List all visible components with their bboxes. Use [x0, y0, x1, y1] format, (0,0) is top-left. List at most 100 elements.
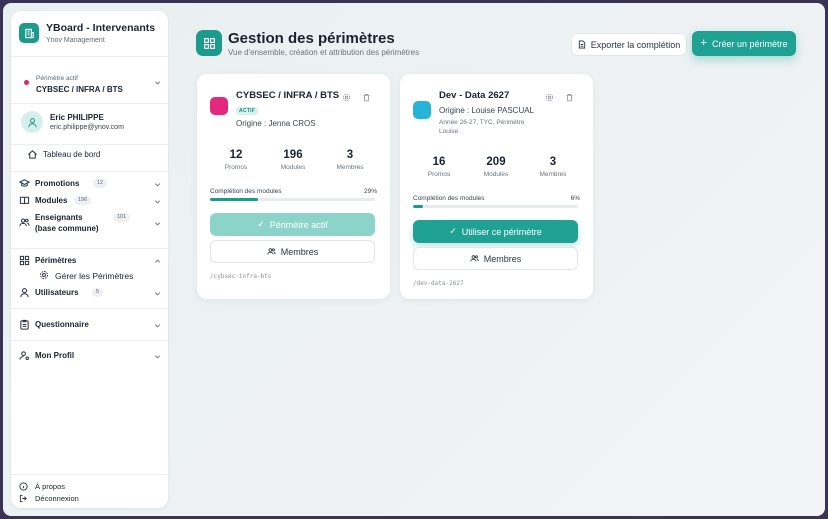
promotions-count-badge: 12 — [93, 179, 108, 188]
settings-icon[interactable] — [545, 93, 554, 102]
grid-icon — [19, 255, 30, 266]
trash-icon[interactable] — [565, 93, 574, 102]
stat-value: 12 — [229, 149, 243, 161]
active-perimeter-value: CYBSEC / INFRA / BTS — [36, 85, 123, 94]
export-completion-button[interactable]: Exporter la complétion — [571, 33, 687, 56]
progress-label: Complétion des modules — [210, 188, 282, 195]
perimeter-slug: /cybsec-infra-bts — [210, 273, 272, 280]
nav-promotions-label: Promotions — [35, 179, 80, 188]
use-perimeter-button[interactable]: ✓ Utiliser ce périmètre — [413, 220, 578, 243]
user-profile[interactable]: Eric PHILIPPE eric.philippe@ynov.com — [21, 111, 161, 137]
progress-bar — [210, 198, 375, 201]
active-perimeter-label: Périmètre actif — [36, 75, 78, 82]
trash-icon[interactable] — [362, 93, 371, 102]
stat-value: 3 — [346, 149, 354, 161]
stat-label: Modules — [280, 164, 306, 171]
nav-users-label: Utilisateurs — [35, 288, 79, 297]
nav-promotions[interactable]: Promotions 12 — [19, 177, 162, 193]
create-perimeter-button[interactable]: + Créer un périmètre — [692, 31, 796, 56]
nav-dashboard[interactable]: Tableau de bord — [27, 148, 170, 164]
chevron-down-icon — [154, 81, 161, 85]
divider — [11, 171, 168, 172]
page-title: Gestion des périmètres — [228, 30, 395, 47]
user-name: Eric PHILIPPE — [50, 113, 104, 122]
members-button[interactable]: Membres — [413, 247, 578, 270]
nav-teachers[interactable]: Enseignants (base commune) 101 — [19, 211, 162, 237]
logout-link[interactable]: Déconnexion — [19, 493, 159, 505]
book-icon — [19, 196, 30, 205]
user-settings-icon — [19, 351, 30, 361]
nav-profile-label: Mon Profil — [35, 351, 75, 360]
file-icon — [578, 40, 585, 49]
progress-percent: 29% — [363, 188, 377, 195]
chevron-down-icon — [154, 324, 161, 328]
page-subtitle: Vue d'ensemble, création et attribution … — [228, 48, 420, 57]
building-icon — [19, 23, 39, 43]
active-perimeter-button[interactable]: ✓ Périmètre actif — [210, 213, 375, 236]
stat-value: 3 — [549, 156, 557, 168]
logout-icon — [19, 494, 27, 503]
users-icon — [267, 248, 276, 255]
chevron-down-icon — [154, 222, 161, 226]
perimeter-color-swatch — [413, 101, 431, 119]
nav-manage-perimeters-label: Gérer les Périmètres — [55, 271, 134, 281]
plus-icon: + — [700, 37, 707, 49]
teachers-count-badge: 101 — [113, 213, 131, 222]
perimeter-color-swatch — [210, 97, 228, 115]
stat-members: 3 Membres — [325, 149, 375, 171]
clipboard-icon — [20, 319, 29, 330]
stat-label: Promos — [224, 164, 248, 171]
logout-label: Déconnexion — [35, 494, 79, 503]
stat-label: Membres — [336, 164, 364, 171]
nav-manage-perimeters[interactable]: Gérer les Périmètres — [39, 269, 159, 285]
divider — [11, 56, 168, 57]
graduation-cap-icon — [19, 179, 30, 187]
perimeter-meta: Année 26-27, TYC, Périmètre Louise — [439, 119, 525, 135]
stat-modules: 209 Modules — [471, 156, 521, 178]
divider — [11, 103, 168, 104]
divider — [11, 248, 168, 249]
active-perimeter-selector[interactable]: Périmètre actif CYBSEC / INFRA / BTS — [21, 69, 161, 94]
nav-teachers-label-2: (base commune) — [35, 224, 99, 233]
stat-members: 3 Membres — [528, 156, 578, 178]
nav-users[interactable]: Utilisateurs 5 — [19, 286, 162, 302]
modules-count-badge: 196 — [74, 196, 92, 205]
stat-label: Promos — [427, 171, 451, 178]
nav-questionnaire[interactable]: Questionnaire — [19, 318, 162, 334]
nav-dashboard-label: Tableau de bord — [43, 150, 101, 159]
progress-bar — [413, 205, 578, 208]
members-button-label: Membres — [280, 246, 319, 257]
stat-promos: 12 Promos — [211, 149, 261, 171]
perimeter-slug: /dev-data-2627 — [413, 280, 464, 287]
members-button[interactable]: Membres — [210, 240, 375, 263]
progress-fill — [413, 205, 423, 208]
active-badge: ACTIF — [236, 107, 259, 115]
use-perimeter-button-label: Utiliser ce périmètre — [461, 226, 542, 237]
nav-teachers-label-1: Enseignants — [35, 213, 83, 222]
nav-perimeters[interactable]: Périmètres — [19, 254, 162, 270]
brand[interactable]: YBoard - Intervenants Ynov Management — [19, 21, 163, 51]
divider — [11, 308, 168, 309]
nav-profile[interactable]: Mon Profil — [19, 349, 162, 365]
users-icon — [470, 255, 479, 262]
check-icon: ✓ — [257, 219, 265, 229]
nav-perimeters-label: Périmètres — [35, 256, 77, 265]
brand-title: YBoard - Intervenants — [46, 22, 156, 34]
nav-modules[interactable]: Modules 196 — [19, 194, 162, 210]
stat-value: 196 — [283, 149, 303, 161]
user-icon — [20, 288, 29, 298]
progress-percent: 6% — [570, 195, 580, 202]
stat-promos: 16 Promos — [414, 156, 464, 178]
user-icon — [27, 117, 37, 127]
user-email: eric.philippe@ynov.com — [50, 124, 124, 131]
perimeter-origin: Origine : Jenna CROS — [236, 119, 316, 128]
settings-icon[interactable] — [342, 93, 351, 102]
perimeter-origin: Origine : Louise PASCUAL — [439, 106, 535, 115]
stat-modules: 196 Modules — [268, 149, 318, 171]
create-label: Créer un périmètre — [711, 38, 788, 49]
divider — [11, 474, 168, 475]
about-link[interactable]: À propos — [19, 481, 159, 493]
stat-value: 209 — [486, 156, 506, 168]
perimeter-title: CYBSEC / INFRA / BTS — [236, 90, 340, 101]
stat-label: Membres — [539, 171, 567, 178]
